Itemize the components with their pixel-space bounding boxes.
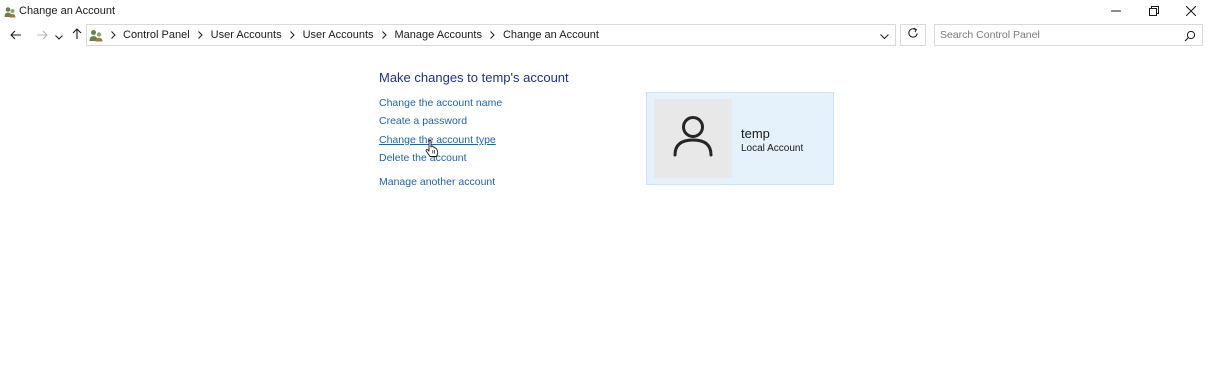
user-icon — [673, 115, 713, 162]
search-box[interactable] — [934, 24, 1203, 46]
chevron-down-icon — [879, 26, 889, 44]
search-icon[interactable] — [1184, 29, 1196, 42]
window-title: Change an Account — [19, 5, 116, 17]
restore-button[interactable] — [1135, 0, 1173, 23]
navigation-bar: Control Panel User Accounts User Account… — [0, 23, 1208, 49]
user-accounts-app-icon — [4, 5, 16, 18]
breadcrumb-control-panel[interactable]: Control Panel — [121, 29, 195, 41]
title-bar: Change an Account — [0, 0, 1208, 23]
manage-another-account-link[interactable]: Manage another account — [379, 176, 495, 188]
chevron-right-icon[interactable] — [107, 25, 119, 45]
breadcrumb: Control Panel User Accounts User Account… — [107, 25, 604, 45]
minimize-button[interactable] — [1097, 0, 1135, 23]
account-tile: temp Local Account — [646, 92, 834, 185]
arrow-left-icon — [10, 27, 22, 45]
recent-locations-button[interactable] — [52, 24, 66, 48]
chevron-down-icon — [55, 27, 63, 45]
account-name: temp — [741, 126, 770, 141]
account-type: Local Account — [741, 143, 804, 154]
close-icon — [1185, 3, 1197, 21]
forward-button[interactable] — [32, 24, 52, 48]
chevron-right-icon[interactable] — [195, 25, 207, 45]
minimize-icon — [1111, 3, 1121, 21]
delete-account-link[interactable]: Delete the account — [379, 152, 467, 164]
chevron-right-icon[interactable] — [379, 25, 391, 45]
breadcrumb-manage-accounts[interactable]: Manage Accounts — [393, 29, 487, 41]
breadcrumb-user-accounts[interactable]: User Accounts — [209, 29, 287, 41]
address-dropdown-button[interactable] — [875, 25, 893, 45]
refresh-button[interactable] — [900, 24, 926, 46]
chevron-right-icon[interactable] — [487, 25, 499, 45]
create-password-link[interactable]: Create a password — [379, 115, 467, 127]
breadcrumb-change-an-account[interactable]: Change an Account — [501, 29, 604, 41]
restore-icon — [1149, 3, 1159, 21]
hand-cursor-icon — [425, 140, 439, 158]
back-button[interactable] — [6, 24, 26, 48]
up-button[interactable] — [67, 24, 87, 48]
change-account-name-link[interactable]: Change the account name — [379, 97, 502, 109]
user-accounts-icon — [89, 29, 103, 42]
avatar — [654, 99, 732, 178]
refresh-icon — [907, 26, 919, 44]
arrow-up-icon — [72, 27, 82, 45]
breadcrumb-user-accounts-sub[interactable]: User Accounts — [301, 29, 379, 41]
chevron-right-icon[interactable] — [287, 25, 299, 45]
close-button[interactable] — [1172, 0, 1208, 23]
search-input[interactable] — [940, 26, 1175, 44]
arrow-right-icon — [36, 27, 48, 45]
address-bar[interactable]: Control Panel User Accounts User Account… — [86, 24, 896, 46]
page-heading: Make changes to temp's account — [379, 70, 569, 85]
